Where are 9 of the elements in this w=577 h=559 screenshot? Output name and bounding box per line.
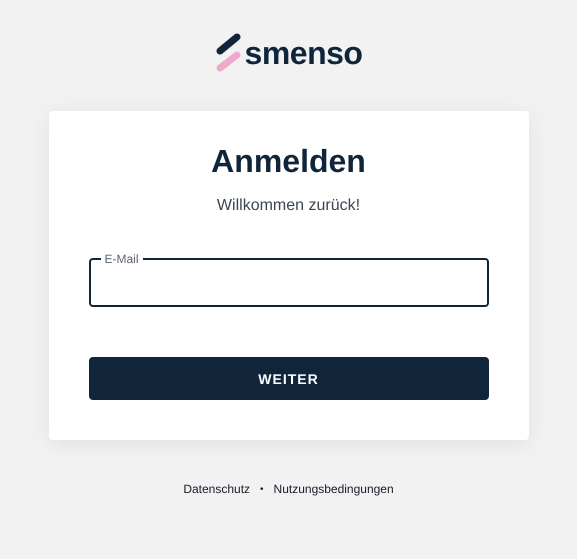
continue-button[interactable]: WEITER	[88, 357, 488, 400]
welcome-text: Willkommen zurück!	[216, 197, 362, 215]
logo-text: smenso	[244, 37, 362, 69]
footer-link[interactable]: Nutzungsbedingungen	[274, 482, 394, 496]
page-title: Anmelden	[210, 143, 367, 179]
email-field[interactable]: E-Mail	[88, 253, 488, 307]
logo-icon	[214, 33, 243, 73]
footer-link[interactable]: Datenschutz	[183, 482, 250, 496]
separator-dot: •	[260, 484, 264, 494]
